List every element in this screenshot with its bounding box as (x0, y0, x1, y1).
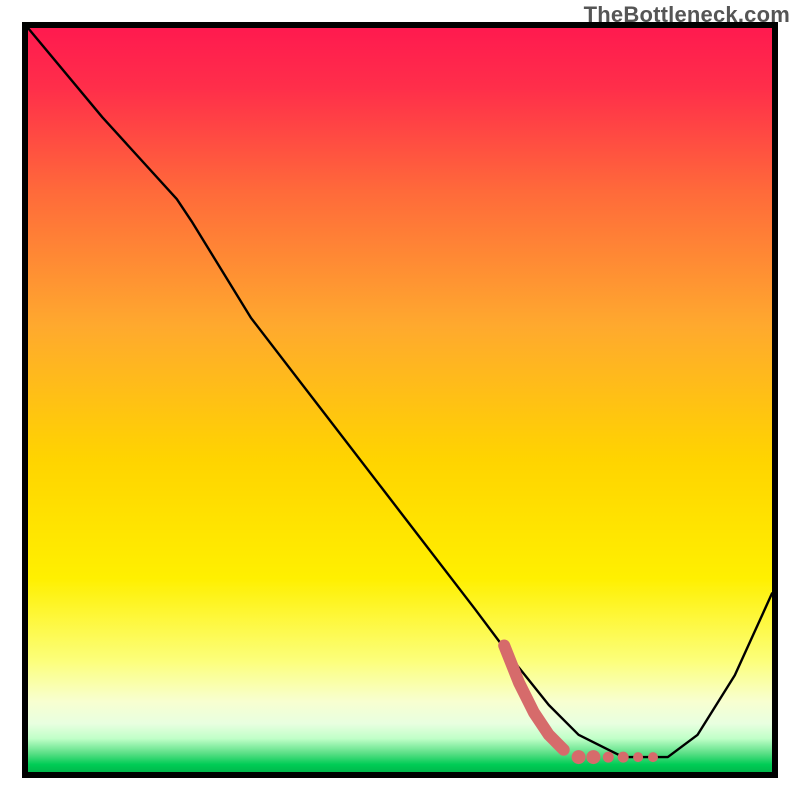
plot-area (28, 28, 772, 772)
chart-frame: TheBottleneck.com (0, 0, 800, 800)
axis-bottom (22, 772, 778, 778)
axis-left (22, 22, 28, 778)
axis-top (22, 22, 778, 28)
axis-right (772, 22, 778, 778)
chart-svg (28, 28, 772, 772)
gradient-background (28, 28, 772, 772)
